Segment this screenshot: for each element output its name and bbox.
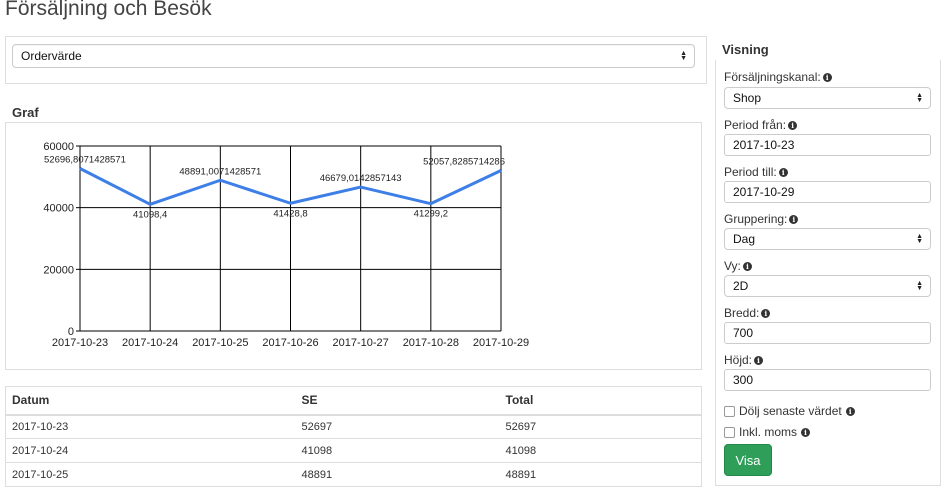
x-tick-label: 2017-10-26 xyxy=(262,337,318,349)
data-label: 48891,0071428571 xyxy=(179,166,261,177)
incl-vat-label: Inkl. moms xyxy=(739,425,798,439)
view-label: Vy: i xyxy=(724,259,752,273)
channel-label: Försäljningskanal: i xyxy=(724,70,832,84)
x-tick-label: 2017-10-28 xyxy=(403,337,459,349)
line-chart: 02000040000600002017-10-23 2017-10-24 2017… xyxy=(43,141,529,349)
view-select-value: 2D xyxy=(733,279,749,293)
to-label-text: Period till: xyxy=(724,165,777,179)
info-icon[interactable]: i xyxy=(754,355,764,365)
table-row: 2017-10-24 41098 41098 xyxy=(5,438,702,463)
from-label-text: Period från: xyxy=(724,118,787,132)
table-cell-se: 48891 xyxy=(295,462,500,487)
table-row: 2017-10-23 52697 52697 xyxy=(5,414,702,439)
data-label: 46679,0142857143 xyxy=(320,173,402,184)
period-to-input[interactable]: 2017-10-29 xyxy=(724,181,931,203)
incl-vat-checkbox[interactable] xyxy=(724,426,735,438)
to-label: Period till: i xyxy=(724,165,788,179)
height-label-text: Höjd: xyxy=(724,353,753,367)
column-header-total: Total xyxy=(499,386,702,416)
graph-heading: Graf xyxy=(12,105,39,120)
data-label: 41428,8 xyxy=(273,208,307,219)
info-icon[interactable]: i xyxy=(845,406,855,416)
hide-last-row[interactable]: Dölj senaste värdet i xyxy=(724,404,855,418)
view-label-text: Vy: xyxy=(724,259,741,273)
height-input[interactable]: 300 xyxy=(724,369,931,391)
data-label: 41299,2 xyxy=(414,209,448,220)
grouping-select-value: Dag xyxy=(733,232,756,246)
info-icon[interactable]: i xyxy=(789,214,799,224)
data-label: 41098,4 xyxy=(133,209,167,220)
from-label: Period från: i xyxy=(724,118,798,132)
width-label-text: Bredd: xyxy=(724,306,760,320)
column-header-date: Datum xyxy=(5,386,296,416)
data-label: 52057,8285714286 xyxy=(423,156,505,167)
table-cell-total: 48891 xyxy=(499,462,702,487)
info-icon[interactable]: i xyxy=(822,72,832,82)
grouping-select[interactable]: Dag ▲ ▼ xyxy=(724,228,931,250)
y-tick-label: 60000 xyxy=(43,141,74,153)
select-arrows-icon: ▲ ▼ xyxy=(680,50,687,62)
show-button[interactable]: Visa xyxy=(724,444,772,476)
table-cell-date: 2017-10-24 xyxy=(5,438,296,463)
x-tick-label: 2017-10-24 xyxy=(122,337,178,349)
table-cell-date: 2017-10-23 xyxy=(5,414,296,439)
table-cell-se: 41098 xyxy=(295,438,500,463)
incl-vat-row[interactable]: Inkl. moms i xyxy=(724,425,811,439)
width-input[interactable]: 700 xyxy=(724,322,931,344)
period-from-input[interactable]: 2017-10-23 xyxy=(724,134,931,156)
data-label: 52696,8071428571 xyxy=(44,155,126,166)
info-icon[interactable]: i xyxy=(761,308,771,318)
grouping-label-text: Gruppering: xyxy=(724,212,788,226)
height-label: Höjd: i xyxy=(724,353,764,367)
table-cell-se: 52697 xyxy=(295,414,500,439)
page-title: Försäljning och Besök xyxy=(5,0,212,20)
sidebar-heading: Visning xyxy=(722,42,769,57)
hide-last-checkbox[interactable] xyxy=(724,405,735,417)
channel-label-text: Försäljningskanal: xyxy=(724,70,821,84)
metric-select-value: Ordervärde xyxy=(21,49,82,63)
grouping-label: Gruppering: i xyxy=(724,212,799,226)
info-icon[interactable]: i xyxy=(801,427,811,437)
info-icon[interactable]: i xyxy=(778,167,788,177)
select-arrows-icon: ▲ ▼ xyxy=(916,280,923,292)
column-header-se: SE xyxy=(295,386,500,416)
select-arrows-icon: ▲ ▼ xyxy=(916,92,923,104)
channel-select-value: Shop xyxy=(733,91,762,105)
x-tick-label: 2017-10-25 xyxy=(192,337,248,349)
x-tick-label: 2017-10-23 xyxy=(52,337,108,349)
table-row: 2017-10-25 48891 48891 xyxy=(5,462,702,487)
info-icon[interactable]: i xyxy=(788,120,798,130)
data-table: Datum SE Total 2017-10-23 52697 52697 20… xyxy=(5,386,702,487)
metric-select[interactable]: Ordervärde ▲ ▼ xyxy=(12,44,695,68)
view-select[interactable]: 2D ▲ ▼ xyxy=(724,275,931,297)
table-header-row: Datum SE Total xyxy=(5,386,702,416)
table-cell-total: 52697 xyxy=(499,414,702,439)
select-arrows-icon: ▲ ▼ xyxy=(916,233,923,245)
channel-select[interactable]: Shop ▲ ▼ xyxy=(724,87,931,109)
hide-last-label: Dölj senaste värdet xyxy=(739,404,842,418)
table-cell-date: 2017-10-25 xyxy=(5,462,296,487)
y-tick-label: 20000 xyxy=(43,264,74,276)
x-tick-label: 2017-10-29 xyxy=(473,337,529,349)
table-cell-total: 41098 xyxy=(499,438,702,463)
x-tick-label: 2017-10-27 xyxy=(333,337,389,349)
info-icon[interactable]: i xyxy=(742,261,752,271)
width-label: Bredd: i xyxy=(724,306,771,320)
y-tick-label: 40000 xyxy=(43,203,74,215)
